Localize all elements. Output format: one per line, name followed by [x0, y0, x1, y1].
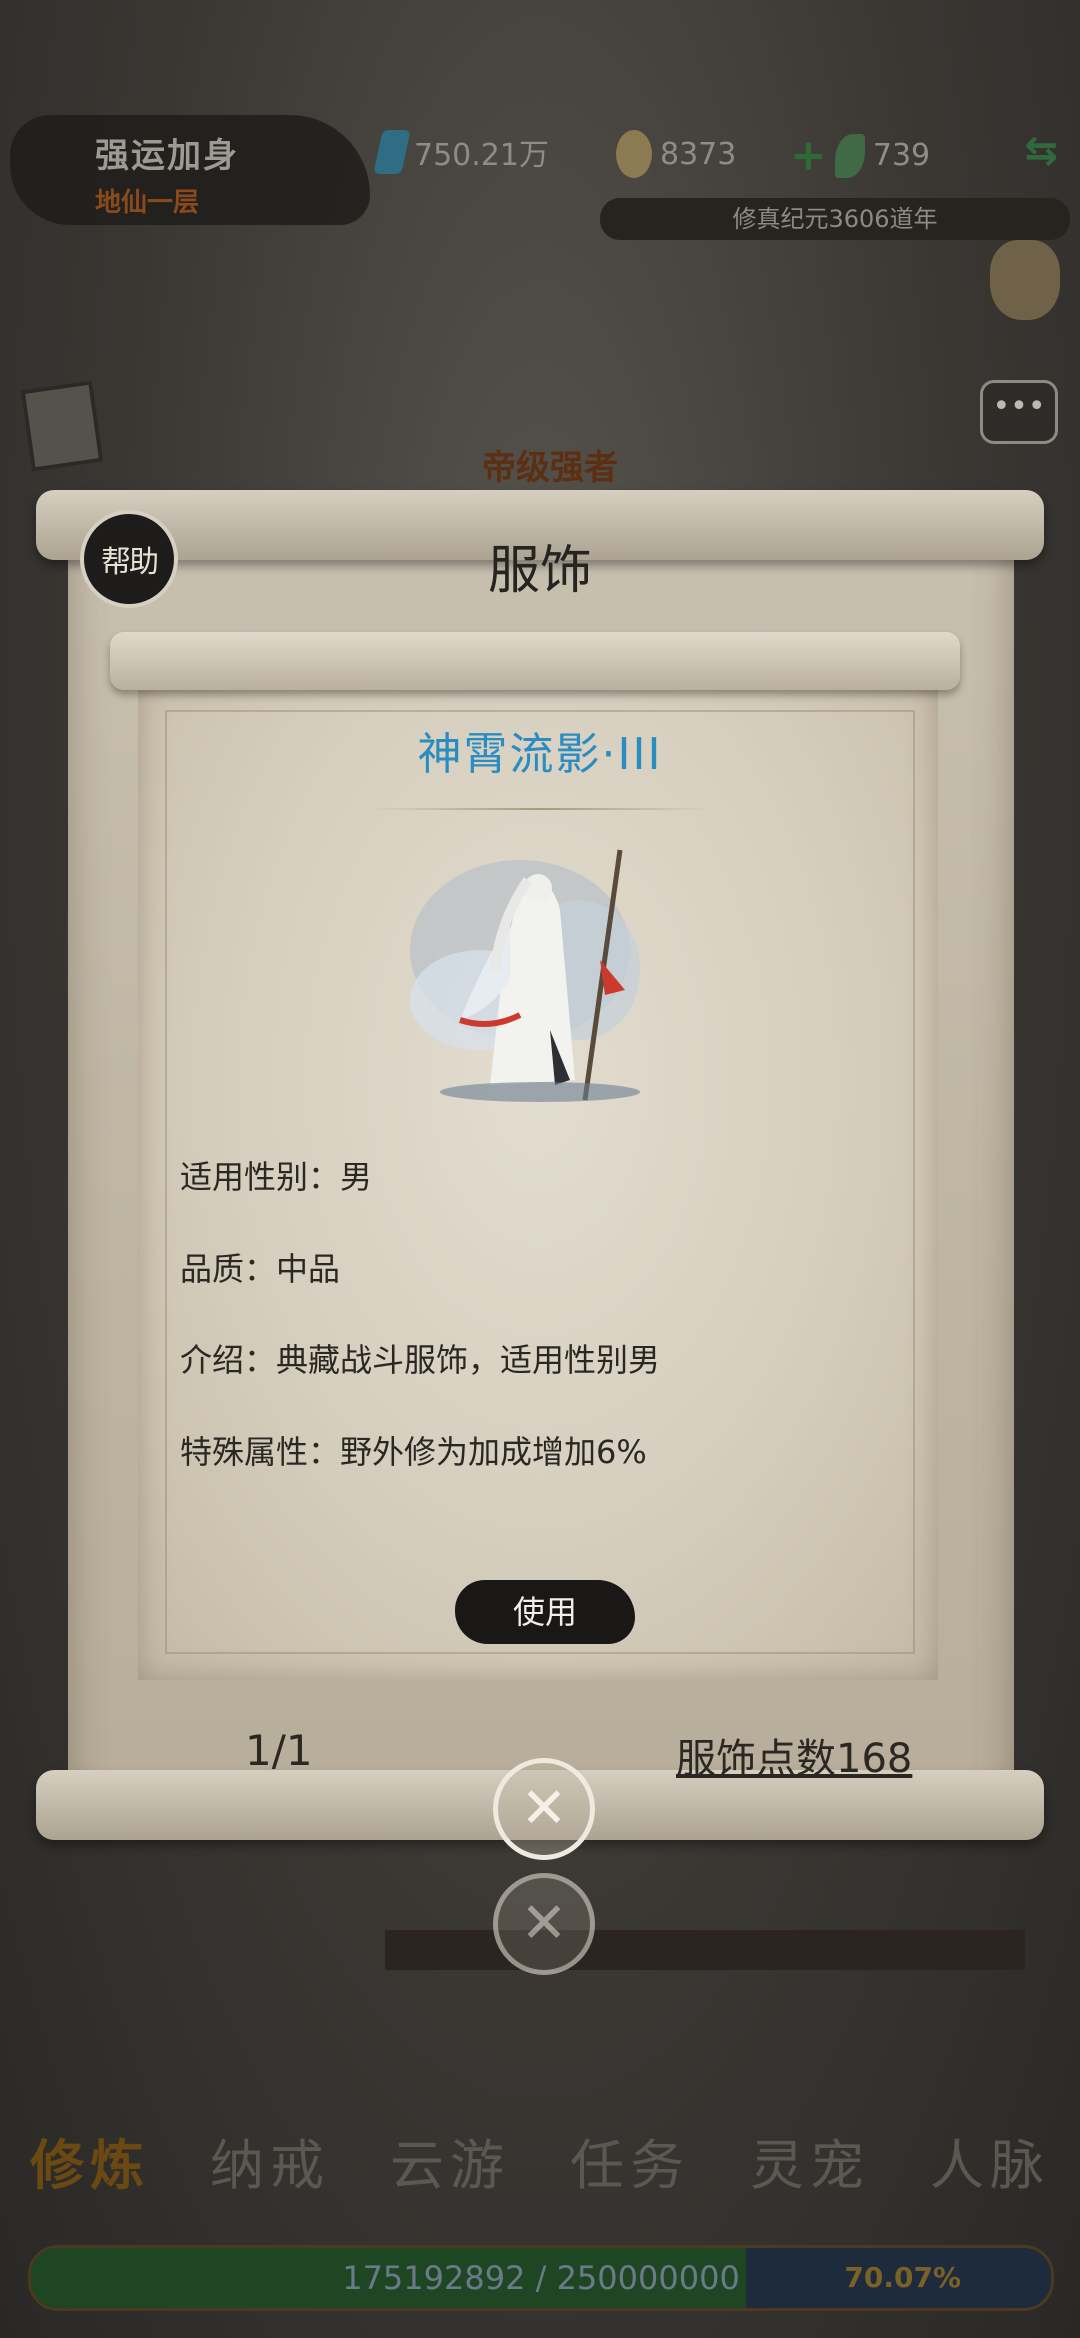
era-label: 修真纪元3606道年 [600, 198, 1070, 240]
attr-gender: 适用性别：男 [180, 1158, 373, 1196]
nav-item-cultivate[interactable]: 修炼 [30, 2121, 150, 2200]
nav-item-ring[interactable]: 纳戒 [210, 2121, 330, 2200]
herb-icon [834, 133, 865, 178]
add-herb-icon[interactable]: + [790, 130, 827, 181]
realm-label: 地仙一层 [95, 188, 200, 218]
bottom-nav: 修炼 纳戒 云游 任务 灵宠 人脉 [0, 2120, 1080, 2200]
close-button-background: ✕ [493, 1873, 595, 1975]
status-bar: 强运加身 地仙一层 750.21万 8373 + 739 ⇆ 修真纪元3606道… [0, 0, 1080, 250]
title-ornament [370, 808, 710, 810]
swap-icon[interactable]: ⇆ [1024, 128, 1058, 174]
nav-item-pets[interactable]: 灵宠 [750, 2121, 870, 2200]
close-button[interactable]: ✕ [493, 1758, 595, 1860]
costume-portrait [410, 849, 640, 1102]
player-title: 强运加身 [95, 136, 239, 176]
rank-ribbon: 帝级强者 [482, 448, 618, 488]
page-indicator: 1/1 [245, 1726, 313, 1775]
notes-icon[interactable] [20, 380, 104, 472]
attr-special: 特殊属性：野外修为加成增加6% [180, 1433, 647, 1471]
nav-item-travel[interactable]: 云游 [390, 2121, 510, 2200]
gold-pouch-icon [616, 130, 652, 178]
gold-value: 8373 [660, 136, 737, 172]
cultivation-progress-percent: 70.07% [844, 2261, 961, 2294]
close-icon: ✕ [520, 1776, 568, 1841]
nav-item-tasks[interactable]: 任务 [570, 2121, 690, 2200]
attr-description: 介绍：典藏战斗服饰，适用性别男 [180, 1341, 661, 1379]
costume-name: 神霄流影·III [417, 729, 663, 780]
use-button[interactable]: 使用 [455, 1580, 635, 1644]
popup-title: 服饰 [487, 541, 592, 601]
spirit-stone-icon [373, 130, 411, 174]
close-icon: ✕ [520, 1891, 568, 1956]
chat-icon[interactable]: ••• [980, 380, 1058, 444]
spirit-stone-value: 750.21万 [414, 138, 549, 173]
herb-value: 739 [872, 138, 931, 173]
nav-item-contacts[interactable]: 人脉 [930, 2121, 1050, 2200]
card-top-rod [110, 632, 960, 690]
costume-points-link[interactable]: 服饰点数168 [676, 1726, 912, 1784]
cultivation-progress-bar: 175192892 / 250000000 70.07% [28, 2245, 1054, 2311]
spirit-stone-counter: 750.21万 [373, 130, 549, 174]
gold-counter: 8373 [616, 130, 736, 178]
herb-counter: + 739 [790, 130, 930, 181]
attr-quality: 品质：中品 [180, 1250, 341, 1288]
background-bar [385, 1930, 1025, 1970]
bag-icon[interactable] [990, 240, 1060, 320]
